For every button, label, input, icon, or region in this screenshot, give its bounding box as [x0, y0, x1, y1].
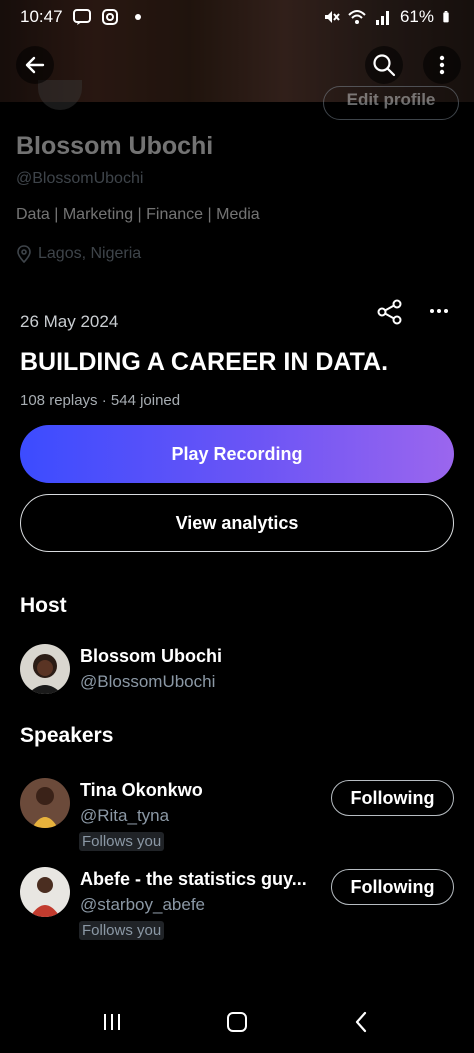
instagram-icon [101, 9, 118, 25]
profile-bio: Data | Marketing | Finance | Media [16, 206, 260, 223]
profile-name: Blossom Ubochi [16, 132, 214, 160]
avatar [38, 80, 82, 110]
play-recording-button[interactable]: Play Recording [20, 425, 454, 483]
speaker-handle: @starboy_abefe [80, 895, 206, 914]
recent-apps-icon [104, 1013, 121, 1030]
location-text: Lagos, Nigeria [38, 245, 142, 262]
host-name: Blossom Ubochi [80, 646, 223, 666]
host-heading: Host [20, 594, 67, 617]
wifi-icon [348, 10, 366, 24]
back-nav-button[interactable] [342, 1002, 382, 1042]
profile-handle: @BlossomUbochi [16, 170, 144, 187]
battery-icon [443, 11, 449, 23]
speakers-heading: Speakers [20, 724, 114, 747]
signal-icon [375, 11, 389, 25]
more-vertical-icon [439, 55, 445, 75]
status-bar: 10:47 61% [0, 0, 474, 34]
more-horizontal-icon[interactable] [428, 300, 450, 322]
host-row[interactable]: Blossom Ubochi @BlossomUbochi [20, 644, 454, 706]
share-icon[interactable] [376, 298, 404, 326]
space-details-sheet: 26 May 2024 BUILDING A CAREER IN DATA. 1… [0, 286, 474, 1053]
location-pin-icon [17, 245, 31, 263]
space-stats: 108 replays · 544 joined [20, 392, 181, 409]
home-icon [226, 1011, 247, 1032]
search-button[interactable] [365, 46, 403, 84]
speaker-row[interactable]: Abefe - the statistics guy... @starboy_a… [20, 867, 454, 940]
view-analytics-button[interactable]: View analytics [20, 494, 454, 552]
recent-apps-button[interactable] [92, 1002, 132, 1042]
message-icon [72, 9, 91, 25]
back-icon [355, 1011, 366, 1032]
host-handle: @BlossomUbochi [80, 672, 216, 691]
dot-icon [134, 14, 141, 20]
battery-percent: 61% [399, 7, 434, 26]
following-button[interactable]: Following [331, 869, 454, 905]
speaker-handle: @Rita_tyna [80, 806, 170, 825]
more-options-button[interactable] [423, 46, 461, 84]
profile-location: Lagos, Nigeria [16, 245, 141, 263]
system-nav-bar [0, 990, 474, 1053]
edit-profile-button[interactable]: Edit profile [323, 86, 459, 120]
search-icon [373, 54, 396, 77]
home-button[interactable] [217, 1002, 257, 1042]
back-arrow-icon [25, 56, 45, 74]
speaker-avatar[interactable] [20, 867, 70, 917]
space-date: 26 May 2024 [20, 312, 119, 331]
status-time: 10:47 [20, 7, 63, 26]
mute-icon [324, 11, 340, 23]
space-title: BUILDING A CAREER IN DATA. [20, 348, 389, 376]
speaker-name: Tina Okonkwo [80, 780, 203, 800]
speaker-avatar[interactable] [20, 778, 70, 828]
follows-you-badge: Follows you [79, 832, 165, 851]
speaker-name: Abefe - the statistics guy... [80, 869, 307, 889]
following-button[interactable]: Following [331, 780, 454, 816]
back-button[interactable] [16, 46, 54, 84]
follows-you-badge: Follows you [79, 921, 165, 940]
host-avatar[interactable] [20, 644, 70, 694]
speaker-row[interactable]: Tina Okonkwo @Rita_tyna Follows you Foll… [20, 778, 454, 851]
